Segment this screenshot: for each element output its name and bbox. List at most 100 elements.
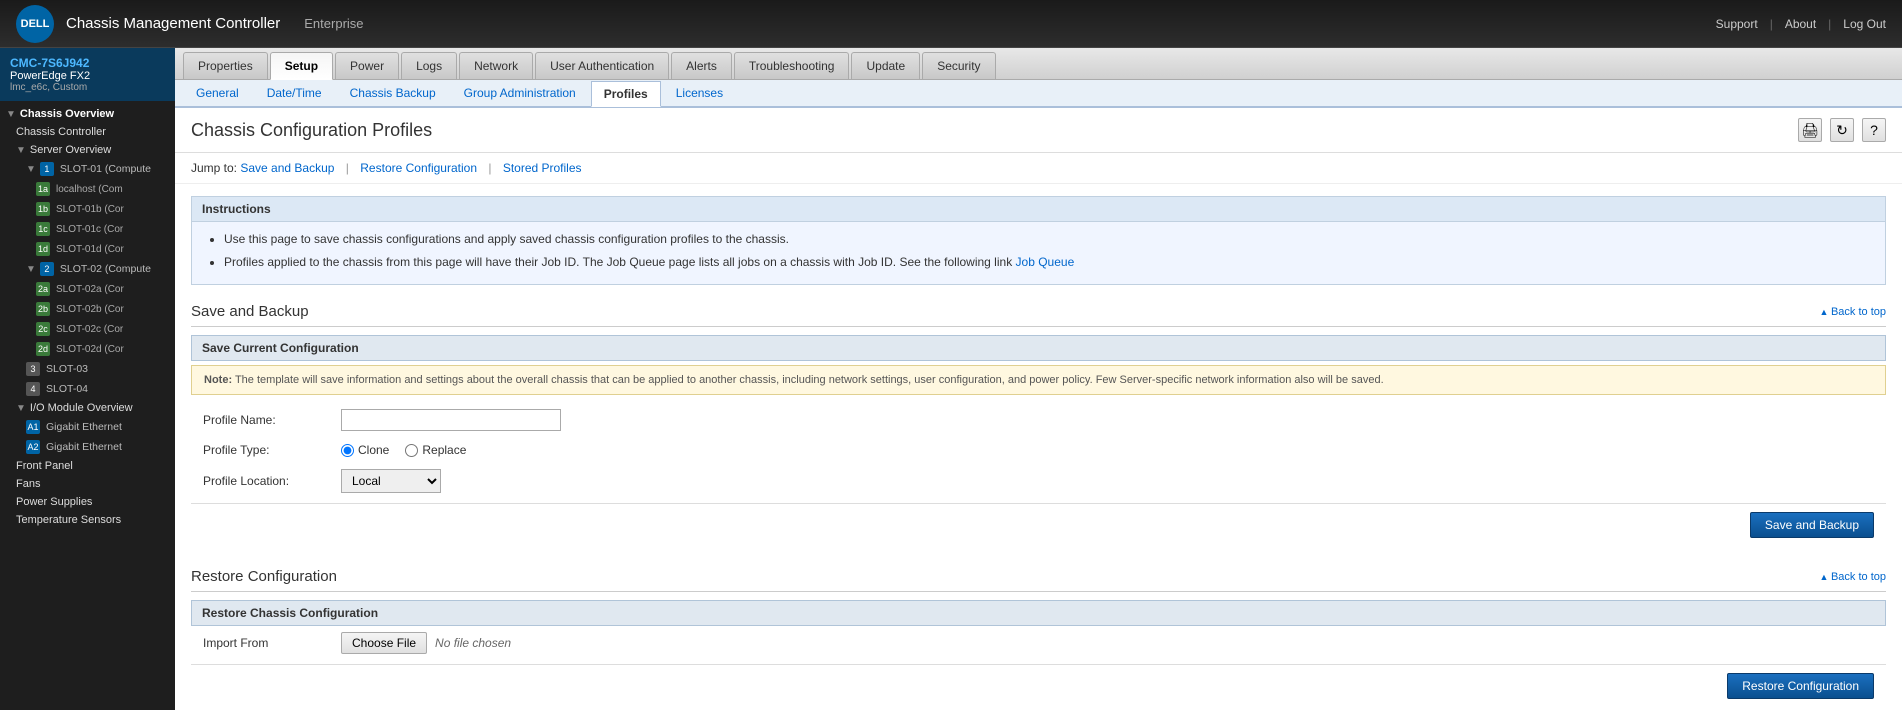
sidebar-item-slot01[interactable]: ▼ 1 SLOT-01 (Compute [0, 159, 175, 179]
slot01-1c-bullet: 1c [36, 222, 50, 236]
sidebar-label-temp-sensors: Temperature Sensors [16, 514, 121, 526]
sidebar-item-temp-sensors[interactable]: Temperature Sensors [0, 511, 175, 529]
jump-stored-profiles[interactable]: Stored Profiles [503, 161, 582, 175]
tab-power[interactable]: Power [335, 52, 399, 79]
profile-type-replace-radio[interactable] [405, 444, 418, 457]
tab-alerts[interactable]: Alerts [671, 52, 732, 79]
refresh-button[interactable]: ↻ [1830, 118, 1854, 142]
jump-to-label: Jump to: [191, 161, 237, 175]
profile-type-radio-group: Clone Replace [341, 443, 466, 457]
restore-config-back-to-top[interactable]: Back to top [1820, 571, 1886, 583]
profile-type-replace-label[interactable]: Replace [405, 443, 466, 457]
jump-to-bar: Jump to: Save and Backup | Restore Confi… [175, 153, 1902, 184]
subtab-group-admin[interactable]: Group Administration [451, 80, 589, 106]
sidebar-item-a1-ethernet[interactable]: A1 Gigabit Ethernet [0, 417, 175, 437]
sidebar-item-power-supplies[interactable]: Power Supplies [0, 493, 175, 511]
logout-link[interactable]: Log Out [1843, 17, 1886, 31]
sidebar-item-slot02-2a[interactable]: 2a SLOT-02a (Cor [0, 279, 175, 299]
nav-divider-1: | [1770, 17, 1773, 31]
app-header: DELL Chassis Management Controller Enter… [0, 0, 1902, 48]
sidebar-item-slot01-1c[interactable]: 1c SLOT-01c (Cor [0, 219, 175, 239]
tab-network[interactable]: Network [459, 52, 533, 79]
sidebar-label-slot01-1a: localhost (Com [56, 184, 123, 195]
dell-logo: DELL [16, 5, 54, 43]
subtab-licenses[interactable]: Licenses [663, 80, 736, 106]
profile-name-row: Profile Name: [191, 403, 1886, 437]
sidebar-item-chassis-controller[interactable]: Chassis Controller [0, 123, 175, 141]
toggle-chassis-overview: ▼ [6, 109, 16, 120]
profile-location-row: Profile Location: Local [191, 463, 1886, 499]
help-button[interactable]: ? [1862, 118, 1886, 142]
sidebar-item-front-panel[interactable]: Front Panel [0, 457, 175, 475]
sidebar-label-slot04: SLOT-04 [46, 383, 88, 395]
subtab-profiles[interactable]: Profiles [591, 81, 661, 107]
restore-button-bar: Restore Configuration [191, 664, 1886, 707]
sidebar: CMC-7S6J942 PowerEdge FX2 lmc_e6c, Custo… [0, 48, 175, 710]
sidebar-item-slot02-2b[interactable]: 2b SLOT-02b (Cor [0, 299, 175, 319]
profile-location-select[interactable]: Local [341, 469, 441, 493]
save-backup-section: Save and Backup Back to top Save Current… [191, 297, 1886, 546]
jump-restore-config[interactable]: Restore Configuration [360, 161, 477, 175]
toggle-io-overview: ▼ [16, 403, 26, 414]
sidebar-item-io-overview[interactable]: ▼ I/O Module Overview [0, 399, 175, 417]
subtab-chassis-backup[interactable]: Chassis Backup [337, 80, 449, 106]
slot01-bullet: 1 [40, 162, 54, 176]
profile-name-label: Profile Name: [203, 413, 333, 427]
save-backup-title: Save and Backup [191, 303, 309, 320]
profile-type-clone-label[interactable]: Clone [341, 443, 389, 457]
page-actions: 🖨 ↻ ? [1798, 118, 1886, 142]
subtab-datetime[interactable]: Date/Time [254, 80, 335, 106]
main-layout: CMC-7S6J942 PowerEdge FX2 lmc_e6c, Custo… [0, 48, 1902, 710]
sidebar-item-slot02-2c[interactable]: 2c SLOT-02c (Cor [0, 319, 175, 339]
sidebar-label-io-overview: I/O Module Overview [30, 402, 133, 414]
jump-save-backup[interactable]: Save and Backup [240, 161, 334, 175]
sidebar-item-server-overview[interactable]: ▼ Server Overview [0, 141, 175, 159]
tab-logs[interactable]: Logs [401, 52, 457, 79]
toggle-server-overview: ▼ [16, 145, 26, 156]
tab-user-auth[interactable]: User Authentication [535, 52, 669, 79]
slot02-2b-bullet: 2b [36, 302, 50, 316]
save-backup-button-bar: Save and Backup [191, 503, 1886, 546]
sidebar-item-slot02[interactable]: ▼ 2 SLOT-02 (Compute [0, 259, 175, 279]
tab-update[interactable]: Update [851, 52, 920, 79]
sidebar-item-slot03[interactable]: 3 SLOT-03 [0, 359, 175, 379]
job-queue-link[interactable]: Job Queue [1016, 255, 1075, 269]
sidebar-item-slot01-1d[interactable]: 1d SLOT-01d (Cor [0, 239, 175, 259]
support-link[interactable]: Support [1716, 17, 1758, 31]
tab-troubleshooting[interactable]: Troubleshooting [734, 52, 850, 79]
restore-config-section: Restore Configuration Back to top Restor… [191, 562, 1886, 707]
sidebar-label-slot01-1d: SLOT-01d (Cor [56, 244, 124, 255]
sidebar-label-fans: Fans [16, 478, 40, 490]
jump-sep-2: | [488, 161, 491, 175]
save-backup-back-to-top[interactable]: Back to top [1820, 306, 1886, 318]
about-link[interactable]: About [1785, 17, 1816, 31]
print-button[interactable]: 🖨 [1798, 118, 1822, 142]
toggle-slot02: ▼ [26, 264, 36, 275]
sidebar-label-slot02: SLOT-02 (Compute [60, 263, 151, 275]
save-and-backup-button[interactable]: Save and Backup [1750, 512, 1874, 538]
restore-configuration-button[interactable]: Restore Configuration [1727, 673, 1874, 699]
sidebar-item-slot04[interactable]: 4 SLOT-04 [0, 379, 175, 399]
sidebar-item-slot01-1b[interactable]: 1b SLOT-01b (Cor [0, 199, 175, 219]
tab-security[interactable]: Security [922, 52, 995, 79]
tab-properties[interactable]: Properties [183, 52, 268, 79]
sidebar-item-a2-ethernet[interactable]: A2 Gigabit Ethernet [0, 437, 175, 457]
sidebar-item-slot02-2d[interactable]: 2d SLOT-02d (Cor [0, 339, 175, 359]
profile-type-clone-radio[interactable] [341, 444, 354, 457]
sidebar-item-chassis-overview[interactable]: ▼ Chassis Overview [0, 105, 175, 123]
choose-file-button[interactable]: Choose File [341, 632, 427, 654]
toggle-slot01: ▼ [26, 164, 36, 175]
profile-name-input[interactable] [341, 409, 561, 431]
tab-setup[interactable]: Setup [270, 52, 333, 80]
dell-logo-text: DELL [21, 18, 50, 30]
sidebar-label-slot02-2c: SLOT-02c (Cor [56, 324, 123, 335]
subtab-general[interactable]: General [183, 80, 252, 106]
sidebar-label-a2: Gigabit Ethernet [46, 441, 122, 453]
page-title: Chassis Configuration Profiles [191, 120, 432, 141]
profile-location-label: Profile Location: [203, 474, 333, 488]
profile-type-row: Profile Type: Clone Replace [191, 437, 1886, 463]
sidebar-item-slot01-1a[interactable]: 1a localhost (Com [0, 179, 175, 199]
sidebar-item-fans[interactable]: Fans [0, 475, 175, 493]
sidebar-label-power-supplies: Power Supplies [16, 496, 92, 508]
sidebar-tree: ▼ Chassis Overview Chassis Controller ▼ … [0, 101, 175, 533]
